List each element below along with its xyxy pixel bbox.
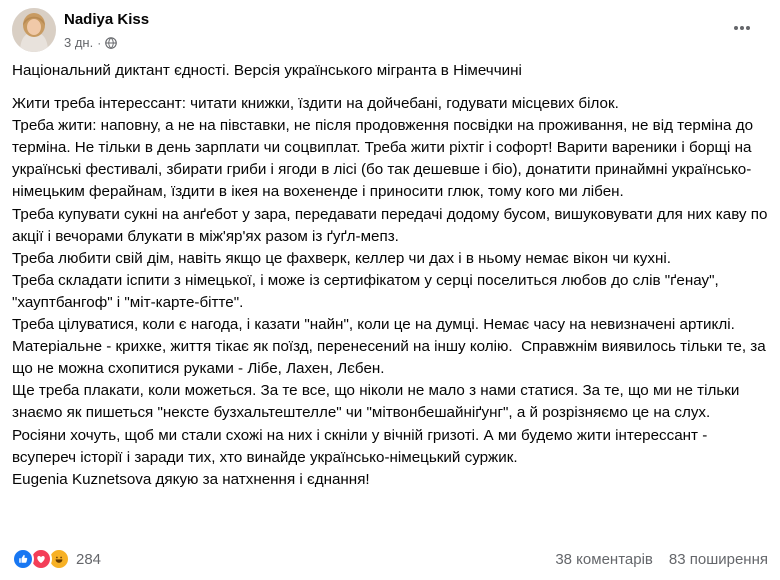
paragraph-8: Росіяни хочуть, щоб ми стали схожі на ни… [12, 426, 712, 466]
closing-line: Eugenia Kuznetsova дякую за натхнення і … [12, 469, 772, 491]
paragraph-3: Треба купувати сукні на анґебот у зара, … [12, 205, 772, 245]
post-title: Національний диктант єдності. Версія укр… [12, 62, 522, 79]
avatar[interactable] [12, 8, 56, 52]
reactions-summary[interactable]: 284 [12, 548, 101, 570]
like-icon [12, 548, 34, 570]
reaction-count: 284 [76, 550, 102, 568]
globe-icon [105, 36, 118, 49]
shares-count-link[interactable]: 83 поширення [669, 551, 768, 568]
closing-text: дякую за натхнення і єднання! [151, 470, 370, 488]
more-horizontal-icon [734, 26, 750, 30]
post-header: Nadiya Kiss 3 дн. · [12, 6, 768, 56]
paragraph-6: Треба цілуватися, коли є нагода, і казат… [12, 316, 770, 378]
meta-separator: · [97, 35, 102, 50]
paragraph-4: Треба любити свій дім, навіть якщо це фа… [12, 249, 671, 267]
post-time[interactable]: 3 дн. [64, 35, 93, 50]
mention-link[interactable]: Eugenia Kuznetsova [12, 471, 151, 488]
paragraph-1: Жити треба інтерессант: читати книжки, ї… [12, 95, 619, 113]
post-stats: 38 коментарів 83 поширення [555, 551, 768, 568]
paragraph-5: Треба складати іспити з німецької, і мож… [12, 271, 723, 311]
more-options-button[interactable] [726, 12, 758, 44]
post-body: Національний диктант єдності. Версія укр… [12, 60, 772, 491]
post-footer: 284 38 коментарів 83 поширення [12, 546, 768, 572]
paragraph-2: Треба жити: наповну, а не на півставки, … [12, 117, 758, 201]
post-card: Nadiya Kiss 3 дн. · Національний диктант… [0, 0, 780, 580]
post-meta: 3 дн. · [64, 35, 118, 50]
comments-count-link[interactable]: 38 коментарів [555, 551, 653, 568]
author-name[interactable]: Nadiya Kiss [64, 11, 149, 28]
paragraph-7: Ще треба плакати, коли можеться. За те в… [12, 382, 744, 422]
